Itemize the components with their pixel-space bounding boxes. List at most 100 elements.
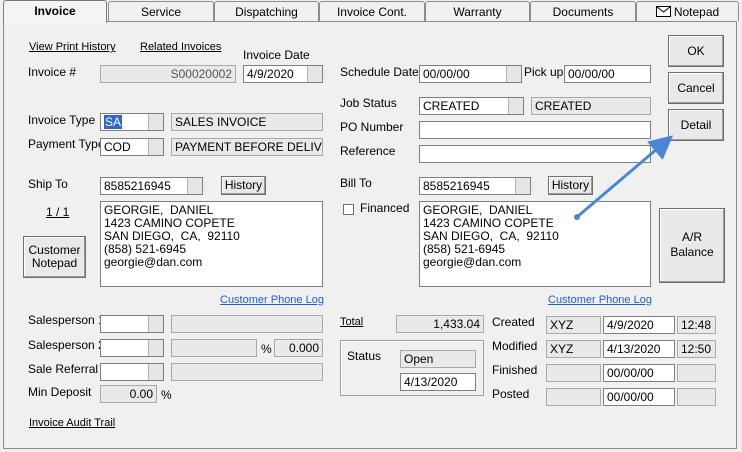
modified-label: Modified — [492, 339, 538, 353]
customer-notepad-button[interactable]: Customer Notepad — [23, 236, 86, 278]
created-label: Created — [492, 315, 535, 329]
status-value: Open — [400, 350, 476, 368]
finished-label: Finished — [492, 363, 538, 377]
tab-dispatching[interactable]: Dispatching — [214, 1, 319, 21]
finished-date[interactable]: 00/00/00 — [603, 364, 675, 382]
job-status-label: Job Status — [340, 96, 397, 110]
chevron-down-icon[interactable] — [148, 316, 163, 332]
tab-documents[interactable]: Documents — [530, 1, 636, 21]
salesperson2-select[interactable] — [100, 339, 164, 357]
chevron-down-icon[interactable] — [148, 364, 163, 380]
invoice-type-label: Invoice Type — [28, 113, 96, 127]
related-invoices-link[interactable]: Related Invoices — [140, 41, 221, 53]
posted-time — [677, 388, 716, 406]
chevron-down-icon[interactable] — [307, 66, 322, 82]
bill-to-history-button[interactable]: History — [548, 176, 593, 195]
tab-service[interactable]: Service — [108, 1, 214, 21]
bill-to-label: Bill To — [340, 176, 372, 190]
ship-to-pager[interactable]: 1 / 1 — [46, 205, 69, 219]
schedule-date-label: Schedule Date — [340, 65, 419, 79]
po-number-label: PO Number — [340, 120, 404, 134]
detail-button[interactable]: Detail — [668, 109, 724, 141]
po-number-input[interactable] — [419, 121, 651, 139]
min-deposit-label: Min Deposit — [28, 385, 92, 399]
salesperson2-name — [171, 339, 257, 357]
tab-invoice-cont[interactable]: Invoice Cont. — [319, 1, 425, 21]
payment-type-select[interactable]: COD — [100, 138, 164, 156]
chevron-down-icon[interactable] — [148, 340, 163, 356]
tab-invoice[interactable]: Invoice — [3, 0, 107, 23]
tab-warranty[interactable]: Warranty — [425, 1, 530, 21]
salesperson1-name — [171, 315, 323, 333]
financed-checkbox[interactable] — [343, 204, 354, 215]
modified-date[interactable]: 4/13/2020 — [603, 340, 675, 358]
salesperson2-label: Salesperson 2 — [28, 338, 105, 352]
payment-type-description: PAYMENT BEFORE DELIVER — [171, 138, 323, 156]
ship-to-history-button[interactable]: History — [221, 176, 266, 195]
pickup-label: Pick up — [524, 65, 564, 79]
created-user: XYZ — [546, 316, 601, 334]
ship-to-address[interactable]: GEORGIE, DANIEL 1423 CAMINO COPETE SAN D… — [100, 201, 323, 287]
invoice-date-value: 4/9/2020 — [247, 67, 294, 81]
chevron-down-icon[interactable] — [515, 178, 530, 194]
bill-to-phone: 8585216945 — [423, 179, 490, 193]
invoice-number-label: Invoice # — [28, 65, 77, 79]
invoice-audit-trail-link[interactable]: Invoice Audit Trail — [29, 417, 115, 429]
invoice-date-label: Invoice Date — [243, 48, 310, 62]
finished-time — [677, 364, 716, 382]
ship-to-phone: 8585216945 — [104, 179, 171, 193]
envelope-icon — [655, 3, 671, 23]
tab-notepad[interactable]: Notepad — [636, 1, 739, 21]
customer-phone-log-link-right[interactable]: Customer Phone Log — [548, 294, 652, 306]
modified-time: 12:50 — [677, 340, 716, 358]
chevron-down-icon[interactable] — [506, 66, 521, 82]
job-status-description: CREATED — [531, 97, 651, 115]
salesperson1-select[interactable] — [100, 315, 164, 333]
payment-type-label: Payment Type — [28, 137, 105, 151]
cancel-button[interactable]: Cancel — [668, 72, 724, 104]
ok-button[interactable]: OK — [668, 35, 724, 67]
sale-referral-select[interactable] — [100, 363, 164, 381]
salesperson2-percent[interactable]: 0.000 — [274, 339, 323, 357]
reference-input[interactable] — [419, 145, 651, 163]
posted-label: Posted — [492, 387, 530, 401]
ship-to-label: Ship To — [28, 177, 68, 191]
invoice-type-code: SA — [104, 115, 123, 129]
tab-notepad-label: Notepad — [673, 5, 720, 19]
total-link[interactable]: Total — [340, 316, 363, 328]
view-print-history-link[interactable]: View Print History — [29, 41, 116, 53]
total-amount: 1,433.04 — [396, 315, 484, 333]
salesperson2-percent-sign: % — [261, 342, 272, 356]
financed-label: Financed — [360, 201, 410, 215]
invoice-number-field[interactable]: S00020002 — [100, 65, 236, 83]
payment-type-code: COD — [104, 140, 131, 154]
sale-referral-label: Sale Referral — [28, 362, 99, 376]
customer-phone-log-link[interactable]: Customer Phone Log — [220, 294, 324, 306]
job-status-select[interactable]: CREATED — [419, 97, 524, 115]
status-date[interactable]: 4/13/2020 — [400, 373, 476, 391]
bill-to-address[interactable]: GEORGIE, DANIEL 1423 CAMINO COPETE SAN D… — [419, 201, 651, 287]
invoice-date-field[interactable]: 4/9/2020 — [243, 65, 323, 83]
sale-referral-name — [171, 363, 323, 381]
posted-date[interactable]: 00/00/00 — [603, 388, 675, 406]
salesperson1-label: Salesperson 1 — [28, 313, 105, 327]
job-status-code: CREATED — [423, 99, 480, 113]
chevron-down-icon[interactable] — [148, 139, 163, 155]
status-label: Status — [347, 349, 382, 363]
reference-label: Reference — [340, 144, 396, 158]
created-date[interactable]: 4/9/2020 — [603, 316, 675, 334]
invoice-type-description: SALES INVOICE — [171, 113, 323, 131]
min-deposit-percent-sign: % — [161, 388, 172, 402]
chevron-down-icon[interactable] — [148, 114, 163, 130]
invoice-type-select[interactable]: SA — [100, 113, 164, 131]
chevron-down-icon[interactable] — [508, 98, 523, 114]
bill-to-phone-select[interactable]: 8585216945 — [419, 177, 531, 195]
created-time: 12:48 — [677, 316, 716, 334]
min-deposit-field[interactable]: 0.00 — [100, 385, 157, 403]
schedule-date-field[interactable]: 00/00/00 — [419, 65, 522, 83]
chevron-down-icon[interactable] — [187, 178, 202, 194]
ar-balance-button[interactable]: A/R Balance — [659, 208, 725, 283]
pickup-date-field[interactable]: 00/00/00 — [564, 65, 651, 83]
modified-user: XYZ — [546, 340, 601, 358]
ship-to-phone-select[interactable]: 8585216945 — [100, 177, 203, 195]
